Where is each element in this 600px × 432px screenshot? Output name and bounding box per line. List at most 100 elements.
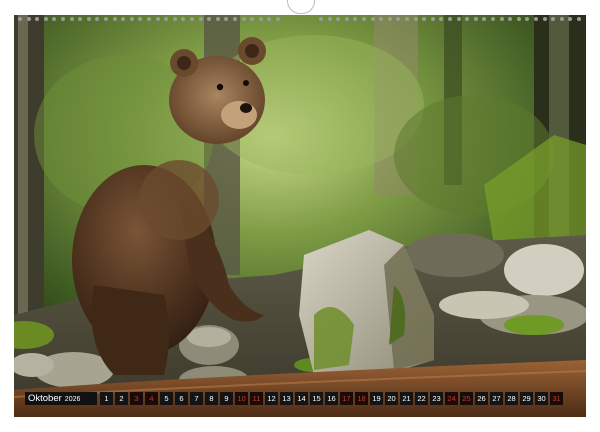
binding-hole (69, 17, 74, 21)
binding-hole (430, 17, 435, 21)
binding-hole (482, 17, 487, 21)
binding-hole (233, 17, 237, 21)
binding-hole (319, 17, 323, 21)
month-name: Oktober (28, 392, 62, 404)
binding-hole (491, 17, 495, 21)
calendar-strip: Oktober 2026 1 2 3 4 5 6 7 8 9 10 11 12 13 14 15 16 17 18 1… (25, 390, 573, 406)
binding-hole (147, 17, 151, 21)
day-cell: 25 (460, 391, 473, 405)
day-cell: 22 (415, 391, 428, 405)
binding-hole (336, 17, 341, 21)
day-cell: 7 (190, 391, 203, 405)
binding-hole (95, 17, 100, 21)
binding-hole (370, 17, 375, 21)
day-cell: 28 (505, 391, 518, 405)
day-cell: 1 (100, 391, 113, 405)
binding-hole (405, 17, 409, 21)
binding-hole (551, 17, 556, 21)
binding-hole (26, 17, 31, 21)
binding-hole (362, 17, 366, 21)
day-cell: 19 (370, 391, 383, 405)
day-cell: 27 (490, 391, 503, 405)
binding-hole (525, 17, 530, 21)
binding-hole (559, 17, 564, 21)
day-cell: 20 (385, 391, 398, 405)
day-cell: 23 (430, 391, 443, 405)
day-cell: 29 (520, 391, 533, 405)
day-cell: 10 (235, 391, 248, 405)
binding-hole (422, 17, 427, 21)
day-cell: 24 (445, 391, 458, 405)
calendar-page: Oktober 2026 1 2 3 4 5 6 7 8 9 10 11 12 13 14 15 16 17 18 1… (0, 0, 600, 432)
binding-hole (353, 17, 358, 21)
binding-hole (86, 17, 91, 21)
binding-hole (542, 17, 547, 21)
binding-hole (456, 17, 461, 21)
binding-hole (121, 17, 126, 21)
binding-hole (164, 17, 169, 21)
binding-hole (35, 17, 40, 21)
binding-hole (465, 17, 470, 21)
binding-hole (61, 17, 65, 21)
day-cell: 13 (280, 391, 293, 405)
binding-hole (138, 17, 143, 21)
binding-hole (112, 17, 117, 21)
binding-hole (396, 17, 401, 21)
binding-hole (344, 17, 349, 21)
binding-hole (104, 17, 108, 21)
binding-hole (439, 17, 444, 21)
binding-hole (181, 17, 186, 21)
binding-hole (18, 17, 22, 21)
binding-hole (568, 17, 573, 21)
binding-hole (516, 17, 521, 21)
binding-hole (387, 17, 392, 21)
day-cell: 4 (145, 391, 158, 405)
binding-hole (473, 17, 478, 21)
binding-hole (198, 17, 203, 21)
month-label: Oktober 2026 (25, 391, 97, 405)
day-cell: 31 (550, 391, 563, 405)
day-cell: 11 (250, 391, 263, 405)
binding-hole (190, 17, 194, 21)
day-cell: 2 (115, 391, 128, 405)
binding-hole (52, 17, 57, 21)
hanger-cutout (287, 0, 315, 14)
binding-hole (207, 17, 212, 21)
binding-hole (534, 17, 538, 21)
binding-hole (327, 17, 332, 21)
day-cell: 17 (340, 391, 353, 405)
day-cell: 14 (295, 391, 308, 405)
binding-hole (499, 17, 504, 21)
month-year: 2026 (64, 395, 81, 403)
day-cell: 6 (175, 391, 188, 405)
binding-hole (276, 17, 280, 21)
day-cell: 30 (535, 391, 548, 405)
day-cell: 15 (310, 391, 323, 405)
binding-hole (241, 17, 246, 21)
day-row: 1 2 3 4 5 6 7 8 9 10 11 12 13 14 15 16 17 18 19 20 21 22 23 24 2… (100, 391, 563, 405)
binding-hole (379, 17, 384, 21)
day-cell: 16 (325, 391, 338, 405)
day-cell: 3 (130, 391, 143, 405)
binding-hole (413, 17, 418, 21)
binding-hole (155, 17, 160, 21)
day-cell: 9 (220, 391, 233, 405)
day-cell: 26 (475, 391, 488, 405)
day-cell: 21 (400, 391, 413, 405)
binding-hole (129, 17, 134, 21)
day-cell: 8 (205, 391, 218, 405)
binding-hole (78, 17, 83, 21)
spiral-binding (14, 13, 586, 27)
binding-hole (250, 17, 255, 21)
binding-hole (448, 17, 452, 21)
binding-hole (224, 17, 229, 21)
binding-hole (172, 17, 177, 21)
binding-hole (258, 17, 263, 21)
day-cell: 12 (265, 391, 278, 405)
binding-hole (267, 17, 272, 21)
binding-hole (215, 17, 220, 21)
binding-hole (577, 17, 581, 21)
day-cell: 5 (160, 391, 173, 405)
binding-hole (43, 17, 48, 21)
day-cell: 18 (355, 391, 368, 405)
